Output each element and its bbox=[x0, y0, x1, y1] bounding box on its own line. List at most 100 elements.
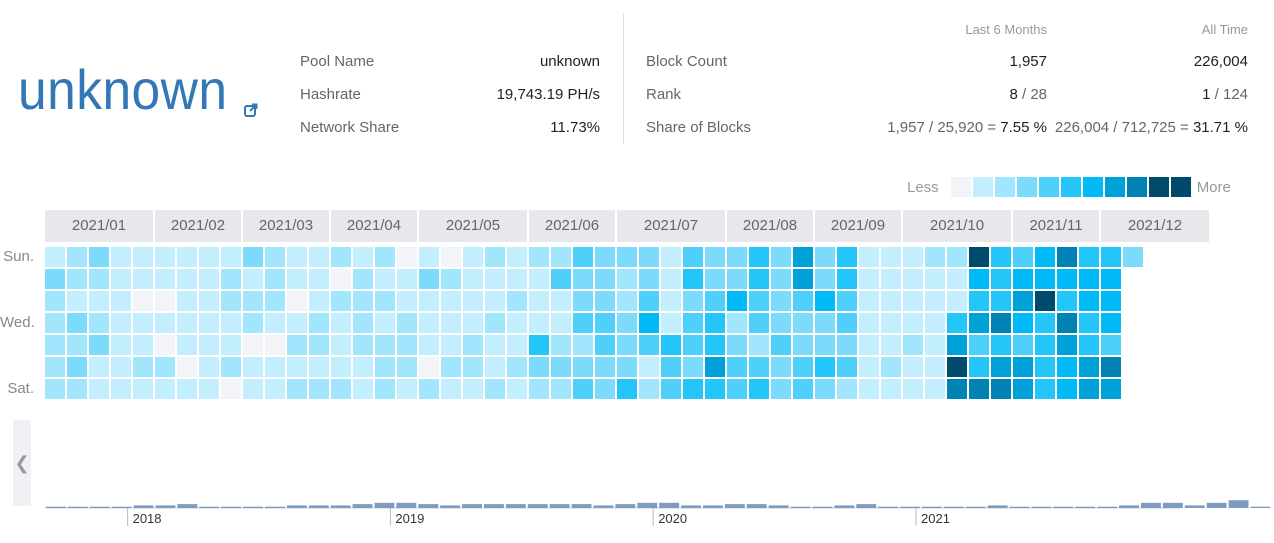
heatmap-cell[interactable] bbox=[881, 379, 901, 399]
heatmap-cell[interactable] bbox=[749, 357, 769, 377]
heatmap-cell[interactable] bbox=[1101, 269, 1121, 289]
heatmap-cell[interactable] bbox=[155, 247, 175, 267]
heatmap-cell[interactable] bbox=[111, 269, 131, 289]
heatmap-cell[interactable] bbox=[397, 313, 417, 333]
heatmap-cell[interactable] bbox=[331, 379, 351, 399]
heatmap-cell[interactable] bbox=[485, 291, 505, 311]
heatmap-cell[interactable] bbox=[771, 357, 791, 377]
heatmap-cell[interactable] bbox=[89, 247, 109, 267]
heatmap-cell[interactable] bbox=[991, 357, 1011, 377]
heatmap-cell[interactable] bbox=[991, 269, 1011, 289]
heatmap-cell[interactable] bbox=[111, 291, 131, 311]
heatmap-cell[interactable] bbox=[507, 335, 527, 355]
heatmap-cell[interactable] bbox=[573, 247, 593, 267]
heatmap-cell[interactable] bbox=[947, 357, 967, 377]
heatmap-cell[interactable] bbox=[1057, 247, 1077, 267]
heatmap-cell[interactable] bbox=[265, 291, 285, 311]
heatmap-cell[interactable] bbox=[397, 357, 417, 377]
heatmap-cell[interactable] bbox=[551, 379, 571, 399]
heatmap-cell[interactable] bbox=[331, 247, 351, 267]
heatmap-cell[interactable] bbox=[441, 247, 461, 267]
heatmap-cell[interactable] bbox=[1013, 269, 1033, 289]
heatmap-cell[interactable] bbox=[419, 247, 439, 267]
heatmap-cell[interactable] bbox=[903, 247, 923, 267]
heatmap-cell[interactable] bbox=[1035, 357, 1055, 377]
heatmap-cell[interactable] bbox=[815, 313, 835, 333]
heatmap-cell[interactable] bbox=[947, 335, 967, 355]
heatmap-cell[interactable] bbox=[485, 247, 505, 267]
heatmap-cell[interactable] bbox=[1057, 379, 1077, 399]
heatmap-cell[interactable] bbox=[881, 313, 901, 333]
heatmap-cell[interactable] bbox=[463, 335, 483, 355]
heatmap-cell[interactable] bbox=[573, 269, 593, 289]
heatmap-cell[interactable] bbox=[661, 313, 681, 333]
heatmap-cell[interactable] bbox=[925, 379, 945, 399]
heatmap-cell[interactable] bbox=[639, 291, 659, 311]
heatmap-cell[interactable] bbox=[639, 379, 659, 399]
heatmap-cell[interactable] bbox=[573, 357, 593, 377]
heatmap-cell[interactable] bbox=[727, 357, 747, 377]
heatmap-cell[interactable] bbox=[617, 291, 637, 311]
heatmap-cell[interactable] bbox=[419, 313, 439, 333]
heatmap-cell[interactable] bbox=[815, 291, 835, 311]
heatmap-cell[interactable] bbox=[1101, 247, 1121, 267]
heatmap-cell[interactable] bbox=[353, 247, 373, 267]
heatmap-cell[interactable] bbox=[199, 313, 219, 333]
heatmap-cell[interactable] bbox=[243, 379, 263, 399]
heatmap-cell[interactable] bbox=[793, 357, 813, 377]
heatmap-cell[interactable] bbox=[1035, 335, 1055, 355]
heatmap-cell[interactable] bbox=[485, 379, 505, 399]
heatmap-cell[interactable] bbox=[287, 313, 307, 333]
heatmap-cell[interactable] bbox=[573, 313, 593, 333]
heatmap-cell[interactable] bbox=[199, 335, 219, 355]
heatmap-cell[interactable] bbox=[463, 313, 483, 333]
heatmap-cell[interactable] bbox=[221, 379, 241, 399]
heatmap-cell[interactable] bbox=[507, 247, 527, 267]
heatmap-cell[interactable] bbox=[727, 335, 747, 355]
heatmap-cell[interactable] bbox=[111, 379, 131, 399]
heatmap-cell[interactable] bbox=[661, 247, 681, 267]
heatmap-cell[interactable] bbox=[1013, 335, 1033, 355]
heatmap-cell[interactable] bbox=[617, 313, 637, 333]
heatmap-cell[interactable] bbox=[925, 269, 945, 289]
heatmap-cell[interactable] bbox=[507, 379, 527, 399]
heatmap-cell[interactable] bbox=[1101, 313, 1121, 333]
heatmap-cell[interactable] bbox=[375, 379, 395, 399]
heatmap-cell[interactable] bbox=[309, 269, 329, 289]
heatmap-cell[interactable] bbox=[375, 269, 395, 289]
heatmap-cell[interactable] bbox=[287, 335, 307, 355]
heatmap-cell[interactable] bbox=[133, 379, 153, 399]
heatmap-cell[interactable] bbox=[419, 335, 439, 355]
heatmap-cell[interactable] bbox=[727, 313, 747, 333]
heatmap-cell[interactable] bbox=[793, 247, 813, 267]
heatmap-cell[interactable] bbox=[375, 247, 395, 267]
heatmap-cell[interactable] bbox=[111, 313, 131, 333]
heatmap-cell[interactable] bbox=[1013, 291, 1033, 311]
heatmap-cell[interactable] bbox=[969, 247, 989, 267]
heatmap-cell[interactable] bbox=[265, 335, 285, 355]
heatmap-cell[interactable] bbox=[749, 291, 769, 311]
heatmap-cell[interactable] bbox=[1079, 291, 1099, 311]
heatmap-cell[interactable] bbox=[837, 357, 857, 377]
heatmap-cell[interactable] bbox=[67, 247, 87, 267]
heatmap-cell[interactable] bbox=[1057, 357, 1077, 377]
heatmap-cell[interactable] bbox=[551, 269, 571, 289]
heatmap-cell[interactable] bbox=[441, 379, 461, 399]
heatmap-cell[interactable] bbox=[155, 313, 175, 333]
heatmap-cell[interactable] bbox=[925, 357, 945, 377]
heatmap-cell[interactable] bbox=[1079, 379, 1099, 399]
heatmap-cell[interactable] bbox=[375, 335, 395, 355]
heatmap-cell[interactable] bbox=[1101, 379, 1121, 399]
heatmap-cell[interactable] bbox=[441, 335, 461, 355]
heatmap-cell[interactable] bbox=[1101, 357, 1121, 377]
heatmap-cell[interactable] bbox=[639, 313, 659, 333]
heatmap-cell[interactable] bbox=[287, 269, 307, 289]
heatmap-cell[interactable] bbox=[969, 379, 989, 399]
heatmap-cell[interactable] bbox=[309, 335, 329, 355]
heatmap-cell[interactable] bbox=[551, 357, 571, 377]
heatmap-cell[interactable] bbox=[45, 357, 65, 377]
heatmap-cell[interactable] bbox=[859, 379, 879, 399]
heatmap-cell[interactable] bbox=[859, 313, 879, 333]
heatmap-cell[interactable] bbox=[947, 379, 967, 399]
heatmap-cell[interactable] bbox=[683, 247, 703, 267]
